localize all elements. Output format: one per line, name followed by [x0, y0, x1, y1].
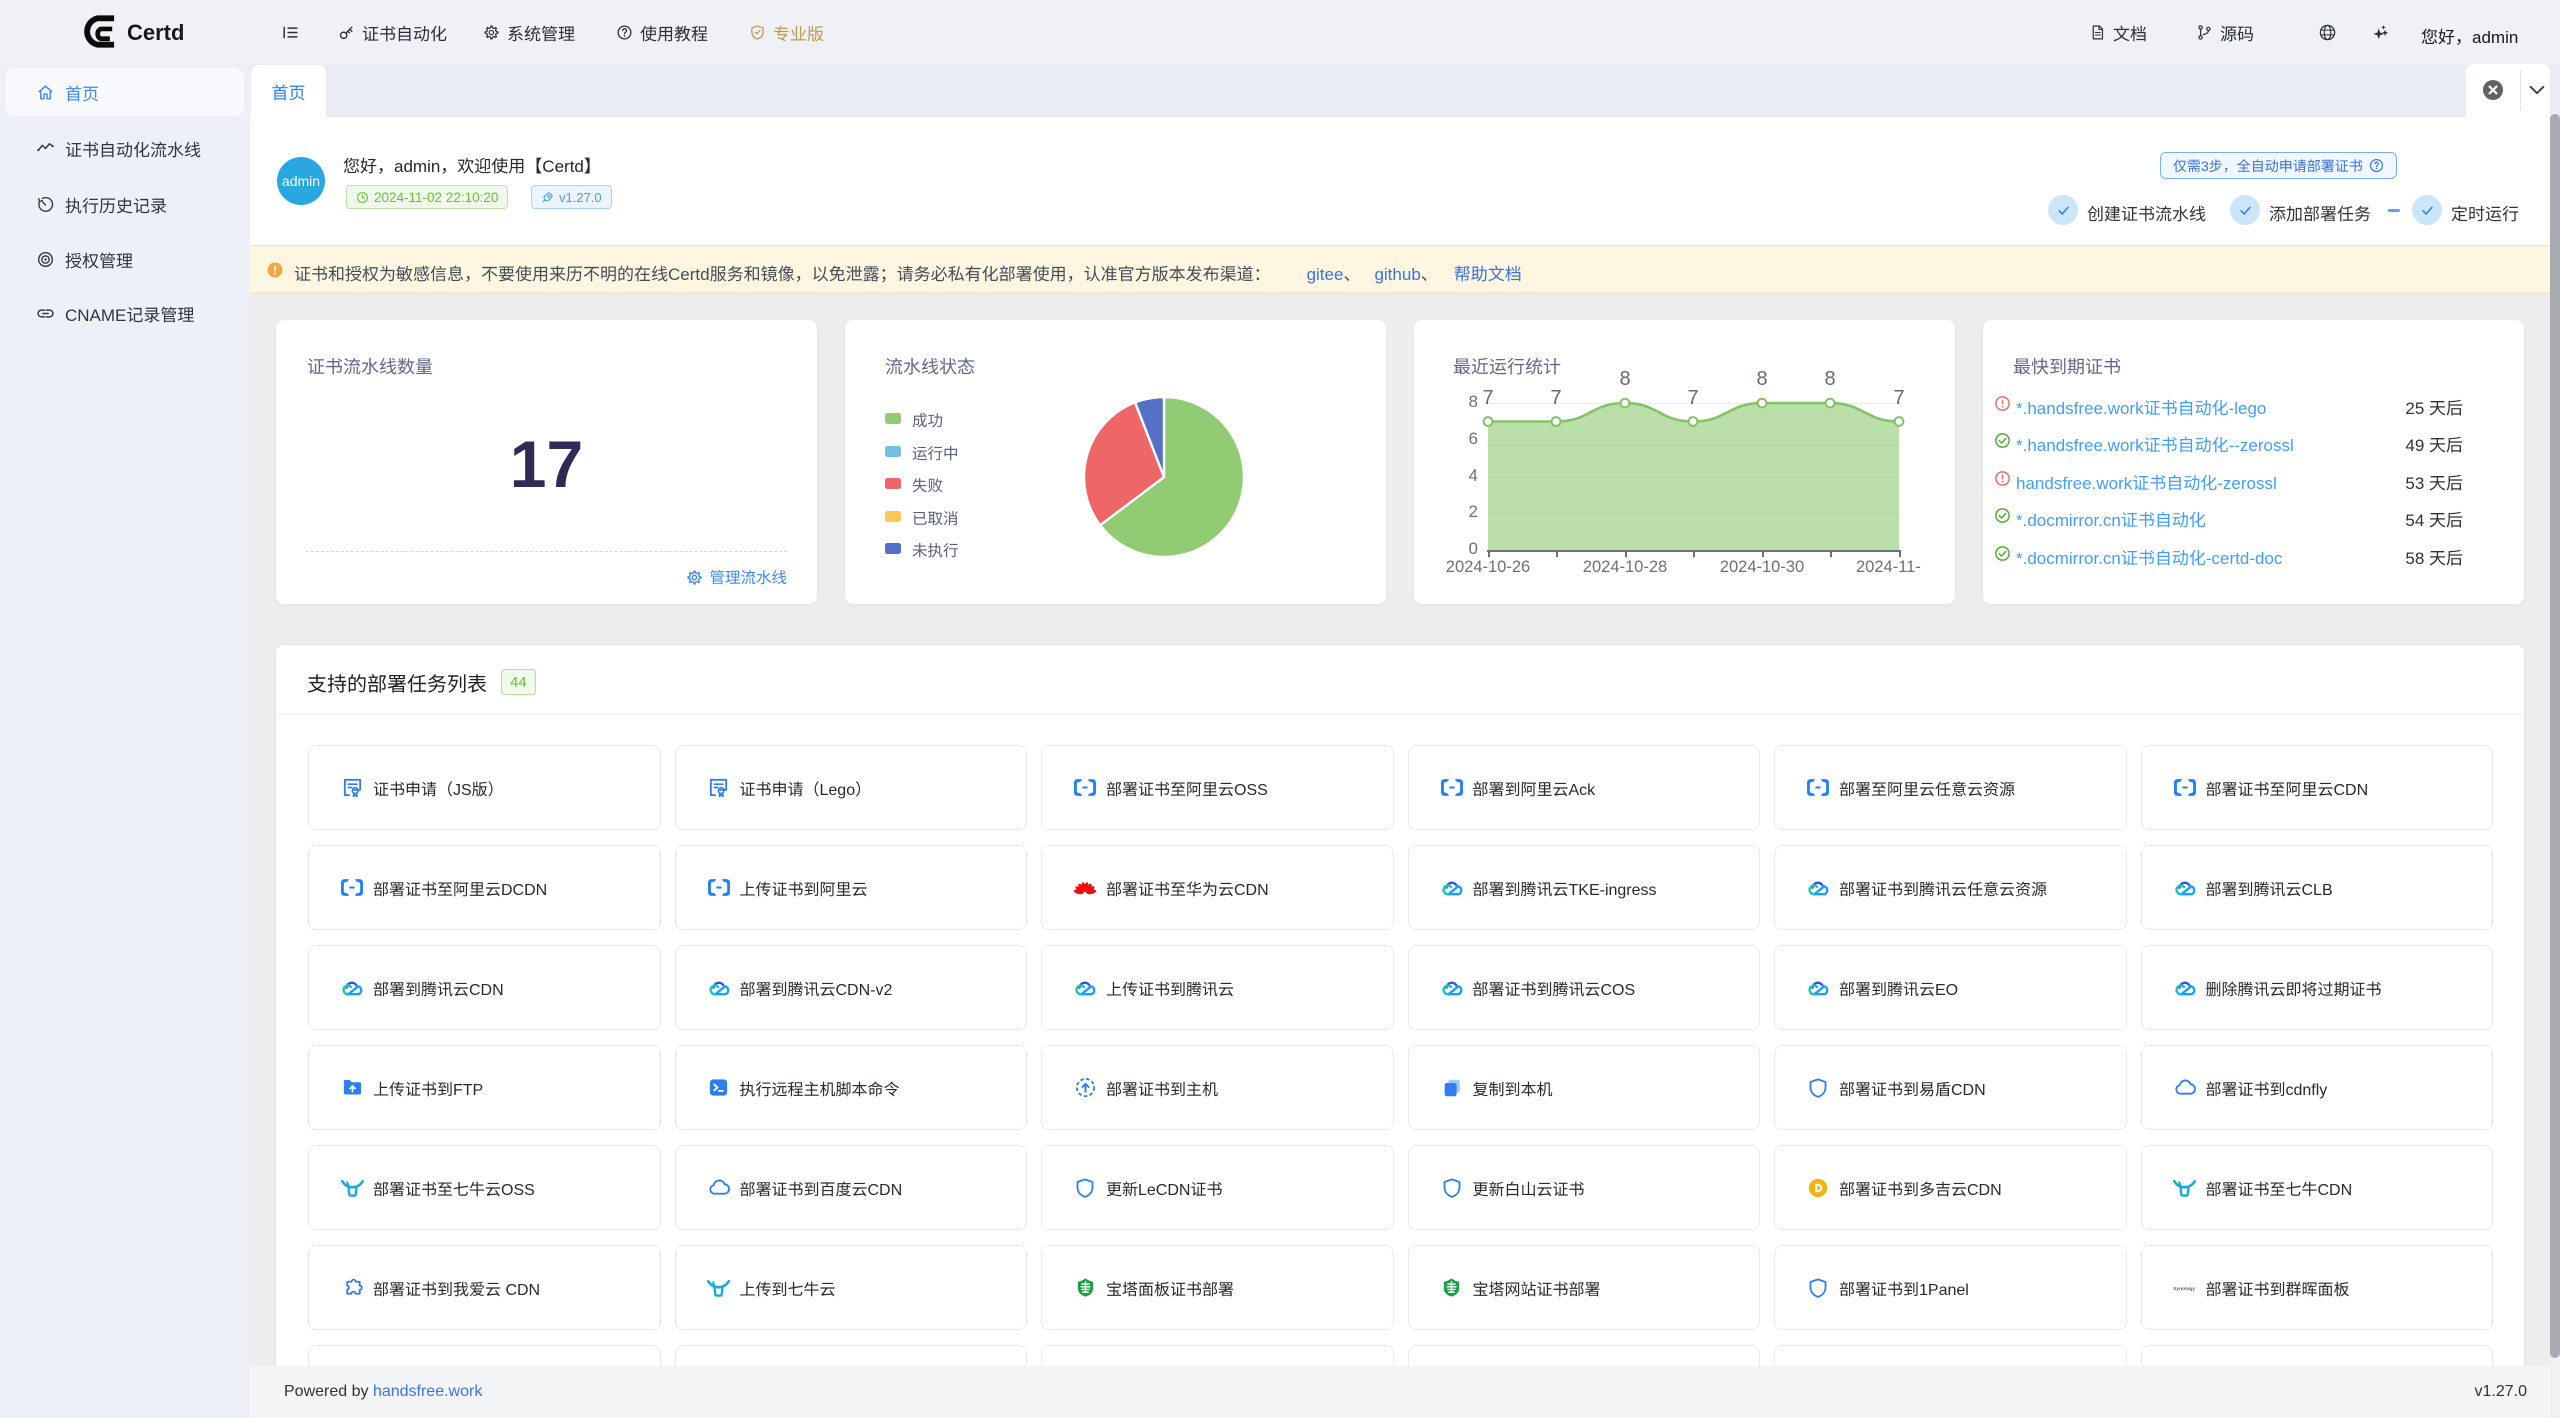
svg-text:Synology: Synology	[2173, 1285, 2195, 1291]
